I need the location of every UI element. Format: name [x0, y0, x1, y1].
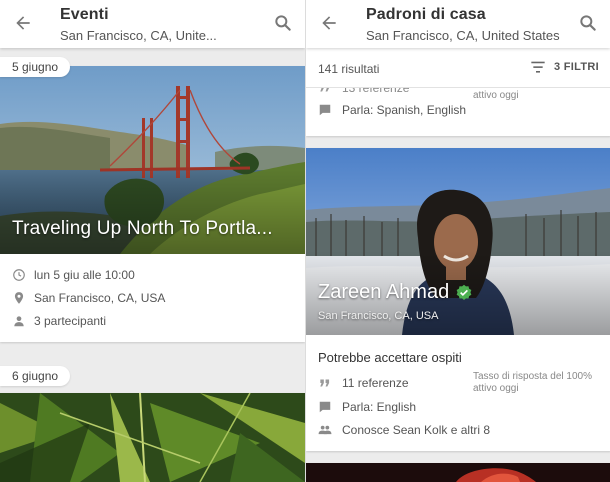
references-row[interactable]: 11 referenze — [318, 373, 409, 393]
event-time-row: lun 5 giu alle 10:00 — [12, 265, 135, 285]
response-rate: Tasso di risposta del 100% attivo oggi — [473, 371, 603, 395]
hosts-pane: Padroni di casa San Francisco, CA, Unite… — [305, 0, 610, 482]
mutual-friends-row[interactable]: Conosce Sean Kolk e altri 8 — [318, 420, 490, 440]
mutual-friends: Conosce Sean Kolk e altri 8 — [342, 423, 491, 437]
people-icon — [318, 425, 332, 435]
location-subtitle[interactable]: San Francisco, CA, United States — [366, 28, 560, 43]
back-arrow-icon[interactable] — [12, 13, 34, 33]
event-participants: 3 partecipanti — [34, 314, 107, 328]
response-rate-text: Tasso di risposta del 100% — [473, 371, 592, 382]
event-card[interactable]: Traveling Up North To Portla... lun 5 gi… — [0, 66, 305, 342]
activity-status: attivo oggi — [473, 383, 519, 394]
results-count: 141 risultati — [318, 62, 380, 76]
results-bar: 141 risultati 3 FILTRI — [306, 48, 610, 88]
languages-row: Parla: Spanish, English — [318, 100, 466, 120]
event-card[interactable] — [0, 393, 305, 482]
activity-status: attivo oggi — [473, 90, 519, 101]
filters-button[interactable]: 3 FILTRI — [530, 60, 599, 74]
date-chip: 6 giugno — [0, 366, 71, 386]
host-photo[interactable] — [306, 148, 610, 335]
verified-check-icon — [456, 284, 472, 300]
languages-row: Parla: English — [318, 397, 416, 417]
location-subtitle[interactable]: San Francisco, CA, Unite... — [60, 28, 217, 43]
event-title[interactable]: Traveling Up North To Portla... — [12, 218, 273, 240]
events-app-bar: Eventi San Francisco, CA, Unite... — [0, 0, 305, 48]
clock-icon — [13, 269, 25, 281]
next-host-photo — [306, 463, 610, 482]
event-time: lun 5 giu alle 10:00 — [34, 268, 135, 282]
page-title: Eventi — [60, 6, 109, 23]
references-count: 11 referenze — [342, 376, 409, 390]
back-arrow-icon[interactable] — [318, 13, 340, 33]
hosts-app-bar: Padroni di casa San Francisco, CA, Unite… — [306, 0, 610, 48]
filter-icon — [531, 61, 545, 73]
languages: Parla: English — [342, 400, 417, 414]
search-icon[interactable] — [273, 13, 293, 33]
languages: Parla: Spanish, English — [342, 103, 467, 117]
date-chip: 5 giugno — [0, 57, 71, 77]
speech-bubble-icon — [319, 104, 331, 116]
host-card[interactable]: Zareen Ahmad San Francisco, CA, USA Potr… — [306, 148, 610, 451]
host-card-next[interactable] — [306, 463, 610, 482]
person-icon — [14, 316, 24, 327]
event-participants-row[interactable]: 3 partecipanti — [12, 311, 106, 331]
event-location-row: San Francisco, CA, USA — [12, 288, 165, 308]
host-location: San Francisco, CA, USA — [318, 310, 439, 322]
location-pin-icon — [14, 292, 24, 304]
search-icon[interactable] — [578, 13, 598, 33]
event-location: San Francisco, CA, USA — [34, 291, 166, 305]
filters-label: 3 FILTRI — [554, 61, 599, 73]
quote-icon — [320, 379, 330, 387]
hosting-availability: Potrebbe accettare ospiti — [318, 350, 462, 365]
page-title: Padroni di casa — [366, 6, 486, 23]
host-name-text: Zareen Ahmad — [318, 281, 450, 303]
host-name[interactable]: Zareen Ahmad — [318, 281, 473, 304]
events-pane: Eventi San Francisco, CA, Unite... 5 giu… — [0, 0, 305, 482]
event-photo-ferns[interactable] — [0, 393, 305, 482]
host-card-previous[interactable]: 13 referenze attivo oggi Parla: Spanish,… — [306, 81, 610, 136]
speech-bubble-icon — [319, 401, 331, 413]
